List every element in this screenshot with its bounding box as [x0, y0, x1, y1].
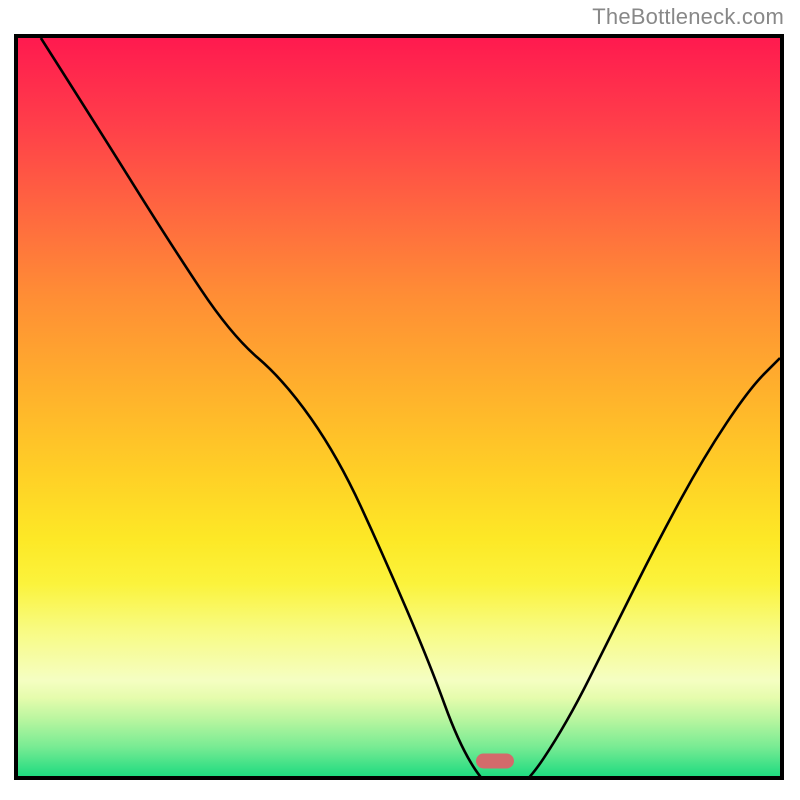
- optimal-point-marker: [476, 754, 514, 769]
- chart-frame: [14, 34, 784, 780]
- watermark-text: TheBottleneck.com: [592, 4, 784, 30]
- bottleneck-chart: TheBottleneck.com: [0, 0, 800, 800]
- bottleneck-curve: [41, 38, 780, 780]
- curve-svg: [18, 38, 780, 780]
